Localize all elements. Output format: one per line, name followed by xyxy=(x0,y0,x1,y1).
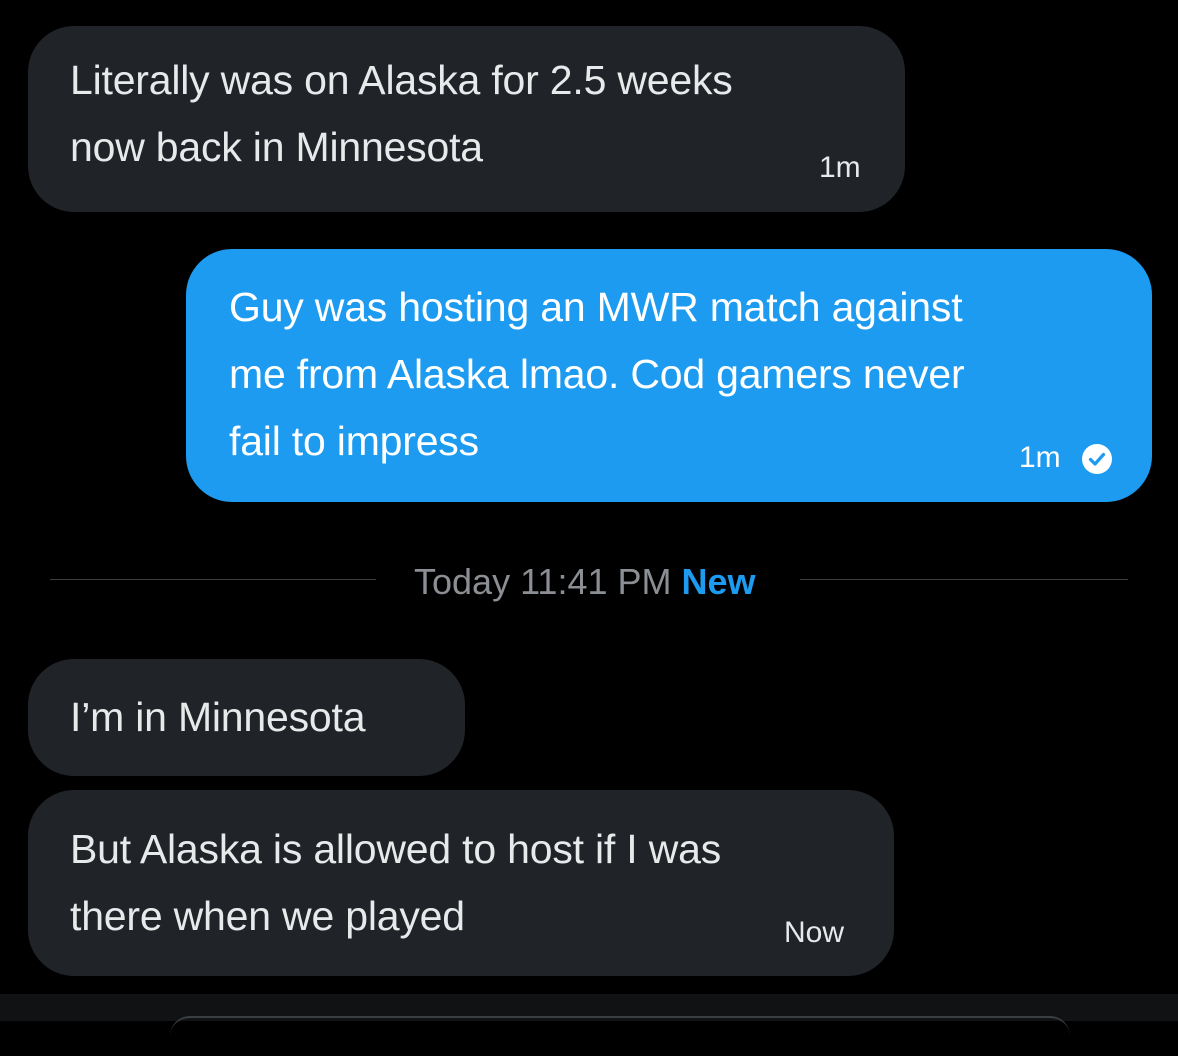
message-timestamp: 1m xyxy=(1019,441,1061,474)
message-text: But Alaska is allowed to host if I was t… xyxy=(70,826,722,939)
message-timestamp: 1m xyxy=(819,151,861,184)
new-label: New xyxy=(681,561,756,602)
message-bubble-received[interactable]: Literally was on Alaska for 2.5 weeks no… xyxy=(28,26,905,212)
message-text: Literally was on Alaska for 2.5 weeks no… xyxy=(70,57,733,170)
message-timestamp: Now xyxy=(784,916,845,949)
check-circle-icon xyxy=(1082,444,1112,474)
message-bubble-sent[interactable]: Guy was hosting an MWR match against me … xyxy=(186,249,1152,502)
message-bubble-received[interactable]: But Alaska is allowed to host if I was t… xyxy=(28,790,894,976)
message-text: I’m in Minnesota xyxy=(70,694,366,740)
message-composer-input[interactable] xyxy=(170,1016,1070,1056)
message-text: Guy was hosting an MWR match against me … xyxy=(229,284,965,464)
divider-line-right xyxy=(800,579,1128,580)
divider-timestamp: Today 11:41 PM xyxy=(414,561,672,602)
new-messages-divider: Today 11:41 PM New xyxy=(414,562,756,602)
divider-line-left xyxy=(50,579,376,580)
message-bubble-received[interactable]: I’m in Minnesota xyxy=(28,659,465,776)
